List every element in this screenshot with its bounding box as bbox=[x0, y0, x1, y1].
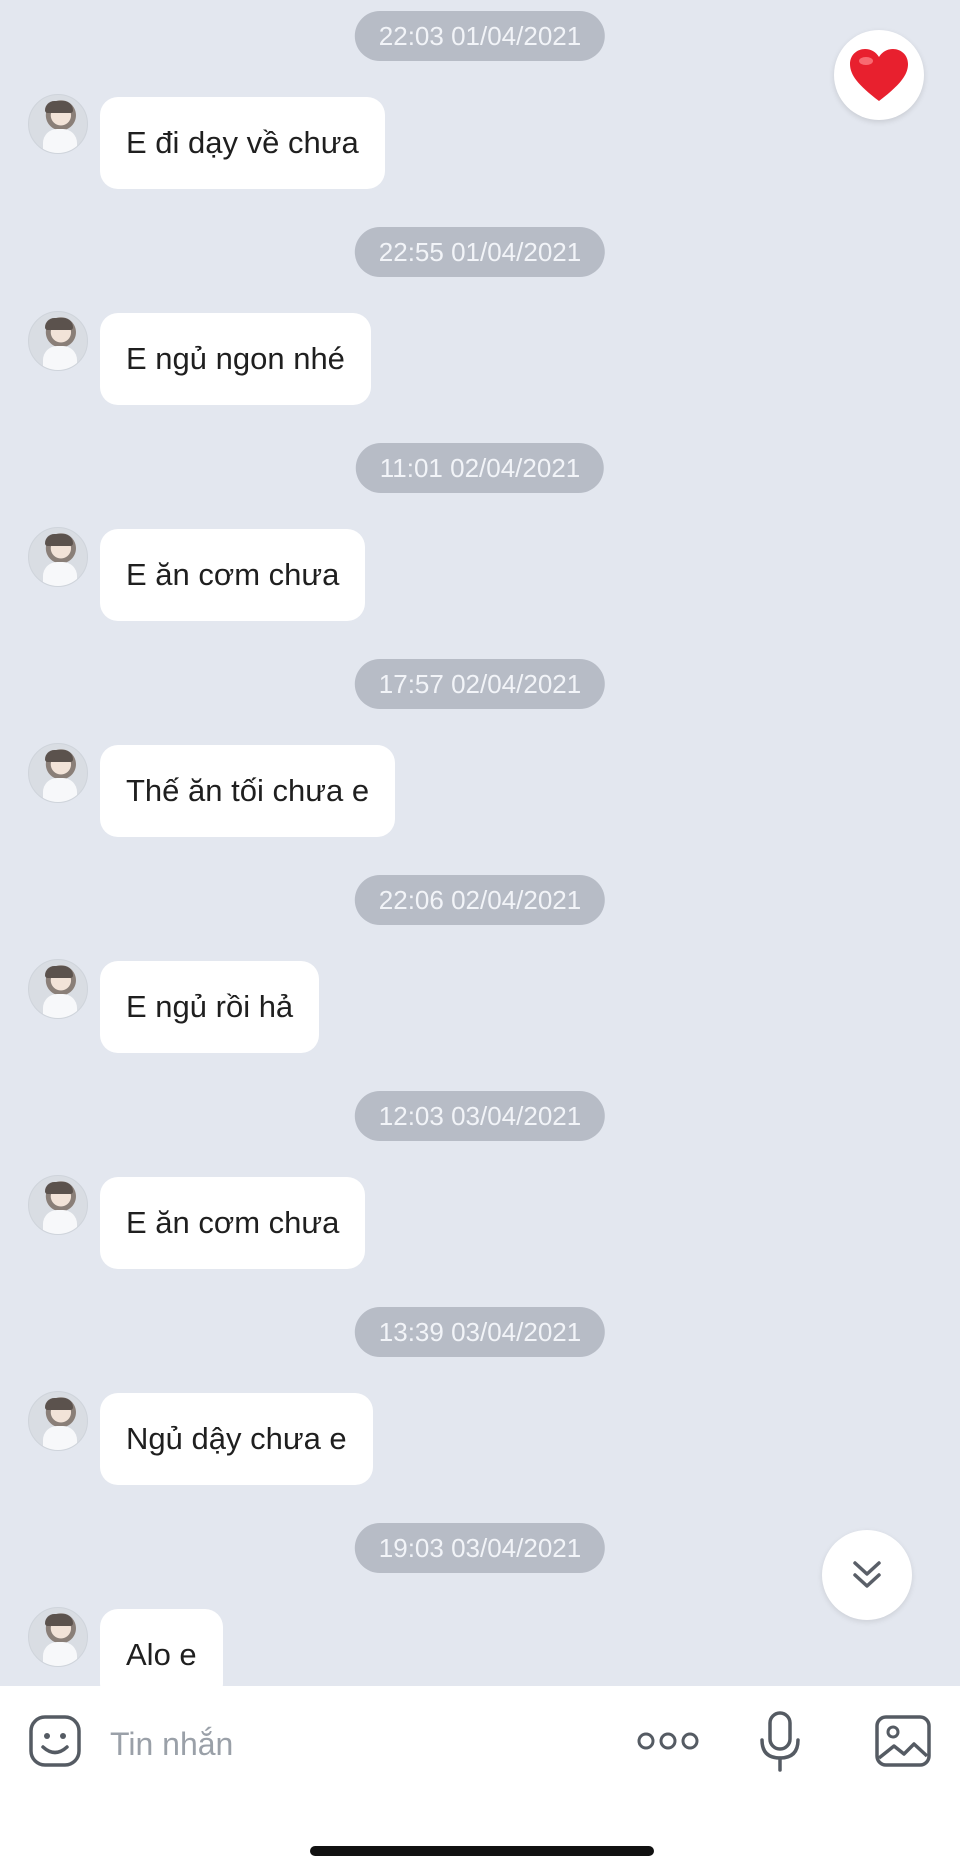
avatar[interactable] bbox=[28, 1175, 88, 1235]
home-indicator[interactable] bbox=[310, 1846, 654, 1856]
timestamp-pill: 22:06 02/04/2021 bbox=[354, 875, 606, 925]
avatar[interactable] bbox=[28, 1607, 88, 1667]
heart-reaction-button[interactable] bbox=[834, 30, 924, 120]
emoji-icon[interactable] bbox=[28, 1714, 82, 1768]
double-chevron-down-icon bbox=[853, 1561, 881, 1588]
message-bubble[interactable]: Alo e bbox=[100, 1609, 223, 1686]
message-bubble[interactable]: Thế ăn tối chưa e bbox=[100, 745, 396, 837]
message-input[interactable]: Tin nhắn bbox=[110, 1726, 233, 1763]
image-icon[interactable] bbox=[874, 1714, 932, 1768]
timestamp-pill: 12:03 03/04/2021 bbox=[354, 1091, 606, 1141]
more-dots-icon[interactable] bbox=[636, 1730, 700, 1752]
avatar[interactable] bbox=[28, 1391, 88, 1451]
timestamp-pill: 13:39 03/04/2021 bbox=[354, 1307, 606, 1357]
avatar[interactable] bbox=[28, 959, 88, 1019]
timestamp-pill: 22:55 01/04/2021 bbox=[354, 227, 606, 277]
message-bubble[interactable]: Ngủ dậy chưa e bbox=[100, 1393, 373, 1485]
chat-area[interactable]: 22:03 01/04/2021 E đi dạy về chưa 22:55 … bbox=[0, 0, 960, 1686]
avatar[interactable] bbox=[28, 743, 88, 803]
message-bubble[interactable]: E ngủ rồi hả bbox=[100, 961, 320, 1053]
avatar[interactable] bbox=[28, 311, 88, 371]
avatar[interactable] bbox=[28, 527, 88, 587]
timestamp-pill: 19:03 03/04/2021 bbox=[354, 1523, 606, 1573]
heart-icon bbox=[850, 49, 908, 101]
timestamp-pill: 22:03 01/04/2021 bbox=[354, 11, 606, 61]
microphone-icon[interactable] bbox=[758, 1710, 802, 1774]
message-bubble[interactable]: E ngủ ngon nhé bbox=[100, 313, 371, 405]
scroll-down-button[interactable] bbox=[822, 1530, 912, 1620]
message-input-bar: Tin nhắn bbox=[0, 1686, 960, 1873]
message-bubble[interactable]: E ăn cơm chưa bbox=[100, 529, 366, 621]
timestamp-pill: 17:57 02/04/2021 bbox=[354, 659, 606, 709]
avatar[interactable] bbox=[28, 94, 88, 154]
message-bubble[interactable]: E ăn cơm chưa bbox=[100, 1177, 366, 1269]
timestamp-pill: 11:01 02/04/2021 bbox=[355, 443, 605, 493]
message-bubble[interactable]: E đi dạy về chưa bbox=[100, 97, 385, 189]
